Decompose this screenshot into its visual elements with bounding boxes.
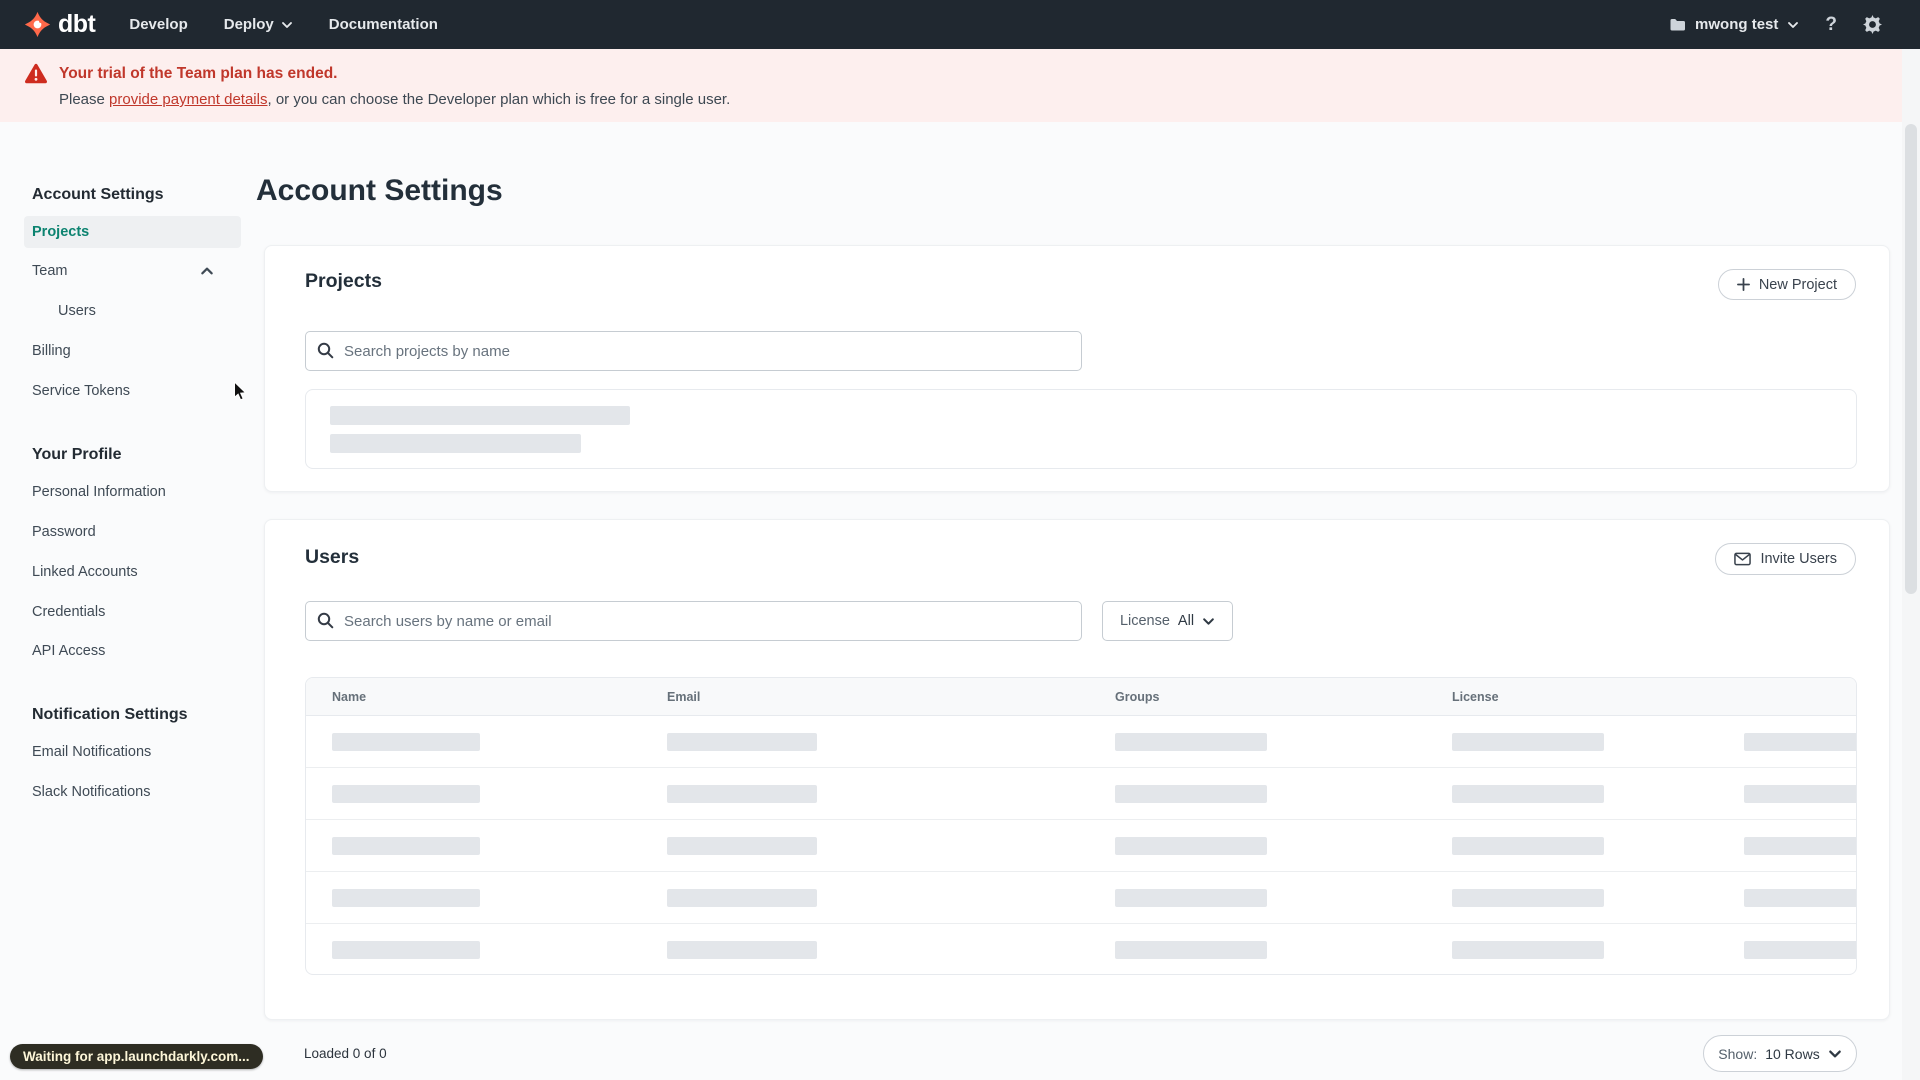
column-header-groups: Groups	[1115, 690, 1160, 704]
nav-deploy[interactable]: Deploy	[224, 16, 293, 33]
sidebar-item-projects[interactable]: Projects	[24, 216, 241, 248]
column-header-license: License	[1452, 690, 1499, 704]
sidebar-item-team[interactable]: Team	[32, 263, 67, 279]
sidebar-header-notification-settings: Notification Settings	[32, 706, 188, 723]
users-search-input[interactable]	[305, 601, 1082, 641]
projects-card: Projects New Project	[264, 245, 1890, 492]
sidebar-item-password[interactable]: Password	[32, 524, 96, 540]
skeleton-bar	[667, 733, 817, 751]
skeleton-bar	[1744, 733, 1856, 751]
new-project-button[interactable]: New Project	[1717, 269, 1856, 300]
table-row	[306, 768, 1856, 820]
skeleton-bar	[1744, 889, 1856, 907]
sidebar-item-service-tokens[interactable]: Service Tokens	[32, 383, 130, 399]
projects-loading-skeleton	[305, 389, 1857, 469]
sidebar-header-account-settings: Account Settings	[32, 186, 164, 203]
users-table: Name Email Groups License	[305, 677, 1857, 975]
sidebar-header-your-profile: Your Profile	[32, 446, 122, 463]
skeleton-bar	[332, 889, 480, 907]
skeleton-bar	[332, 733, 480, 751]
table-row	[306, 820, 1856, 872]
skeleton-bar	[1452, 837, 1604, 855]
skeleton-bar	[330, 434, 581, 453]
dbt-logo-icon	[24, 11, 51, 38]
skeleton-bar	[332, 941, 480, 959]
skeleton-bar	[1452, 889, 1604, 907]
nav-documentation[interactable]: Documentation	[329, 16, 438, 33]
mouse-cursor	[233, 381, 252, 403]
banner-body: Please provide payment details, or you c…	[59, 91, 731, 108]
loaded-count: Loaded 0 of 0	[304, 1046, 387, 1061]
dbt-logo[interactable]: dbt	[24, 10, 96, 39]
envelope-icon	[1734, 552, 1752, 566]
sidebar-item-email-notifications[interactable]: Email Notifications	[32, 744, 151, 760]
scrollbar-track	[1902, 49, 1920, 1080]
account-name: mwong test	[1695, 16, 1779, 33]
users-card-title: Users	[305, 546, 360, 568]
skeleton-bar	[667, 941, 817, 959]
users-card: Users Invite Users License All Name Emai…	[264, 519, 1890, 1020]
sidebar-item-credentials[interactable]: Credentials	[32, 604, 105, 620]
payment-details-link[interactable]: provide payment details	[109, 91, 267, 108]
sidebar-item-personal-information[interactable]: Personal Information	[32, 484, 166, 500]
skeleton-bar	[330, 406, 630, 425]
skeleton-bar	[667, 889, 817, 907]
projects-search-input[interactable]	[305, 331, 1082, 371]
chevron-up-icon[interactable]	[200, 264, 214, 278]
sidebar-item-billing[interactable]: Billing	[32, 343, 71, 359]
scrollbar-thumb[interactable]	[1905, 124, 1917, 594]
nav-develop[interactable]: Develop	[129, 16, 187, 33]
skeleton-bar	[1452, 785, 1604, 803]
chevron-down-icon	[1787, 19, 1799, 31]
skeleton-bar	[1115, 889, 1267, 907]
skeleton-bar	[1115, 733, 1267, 751]
gear-icon[interactable]	[1863, 15, 1882, 34]
page-title: Account Settings	[256, 174, 503, 207]
folder-icon	[1669, 18, 1686, 32]
browser-status-bubble: Waiting for app.launchdarkly.com...	[10, 1044, 263, 1069]
help-icon[interactable]: ?	[1825, 14, 1837, 36]
table-row	[306, 872, 1856, 924]
skeleton-bar	[667, 785, 817, 803]
sidebar-item-api-access[interactable]: API Access	[32, 643, 105, 659]
projects-search	[305, 331, 1082, 371]
plus-icon	[1736, 278, 1750, 291]
invite-users-button[interactable]: Invite Users	[1715, 543, 1856, 575]
skeleton-bar	[1744, 941, 1856, 959]
skeleton-bar	[1452, 941, 1604, 959]
skeleton-bar	[332, 785, 480, 803]
users-table-header: Name Email Groups License	[306, 678, 1856, 716]
skeleton-bar	[1115, 941, 1267, 959]
table-row	[306, 924, 1856, 974]
trial-warning-banner: Your trial of the Team plan has ended. P…	[0, 49, 1920, 122]
users-search	[305, 601, 1082, 641]
skeleton-bar	[1744, 837, 1856, 855]
banner-title: Your trial of the Team plan has ended.	[59, 64, 338, 82]
skeleton-bar	[1115, 837, 1267, 855]
skeleton-bar	[667, 837, 817, 855]
sidebar-item-slack-notifications[interactable]: Slack Notifications	[32, 784, 150, 800]
chevron-down-icon	[1828, 1047, 1842, 1061]
skeleton-bar	[332, 837, 480, 855]
table-row	[306, 716, 1856, 768]
dbt-logo-word: dbt	[58, 10, 96, 38]
projects-card-title: Projects	[305, 270, 382, 292]
skeleton-bar	[1115, 785, 1267, 803]
chevron-down-icon	[281, 19, 293, 31]
top-nav: dbt Develop Deploy Documentation mwong t…	[0, 0, 1920, 49]
show-rows-dropdown[interactable]: Show: 10 Rows	[1703, 1035, 1857, 1072]
column-header-email: Email	[667, 690, 701, 704]
account-menu[interactable]: mwong test	[1669, 16, 1799, 33]
chevron-down-icon	[1202, 615, 1215, 628]
warning-triangle-icon	[24, 63, 48, 84]
sidebar-item-users[interactable]: Users	[58, 303, 96, 319]
sidebar-item-linked-accounts[interactable]: Linked Accounts	[32, 564, 138, 580]
column-header-name: Name	[332, 690, 367, 704]
skeleton-bar	[1744, 785, 1856, 803]
skeleton-bar	[1452, 733, 1604, 751]
license-filter-dropdown[interactable]: License All	[1102, 601, 1233, 641]
